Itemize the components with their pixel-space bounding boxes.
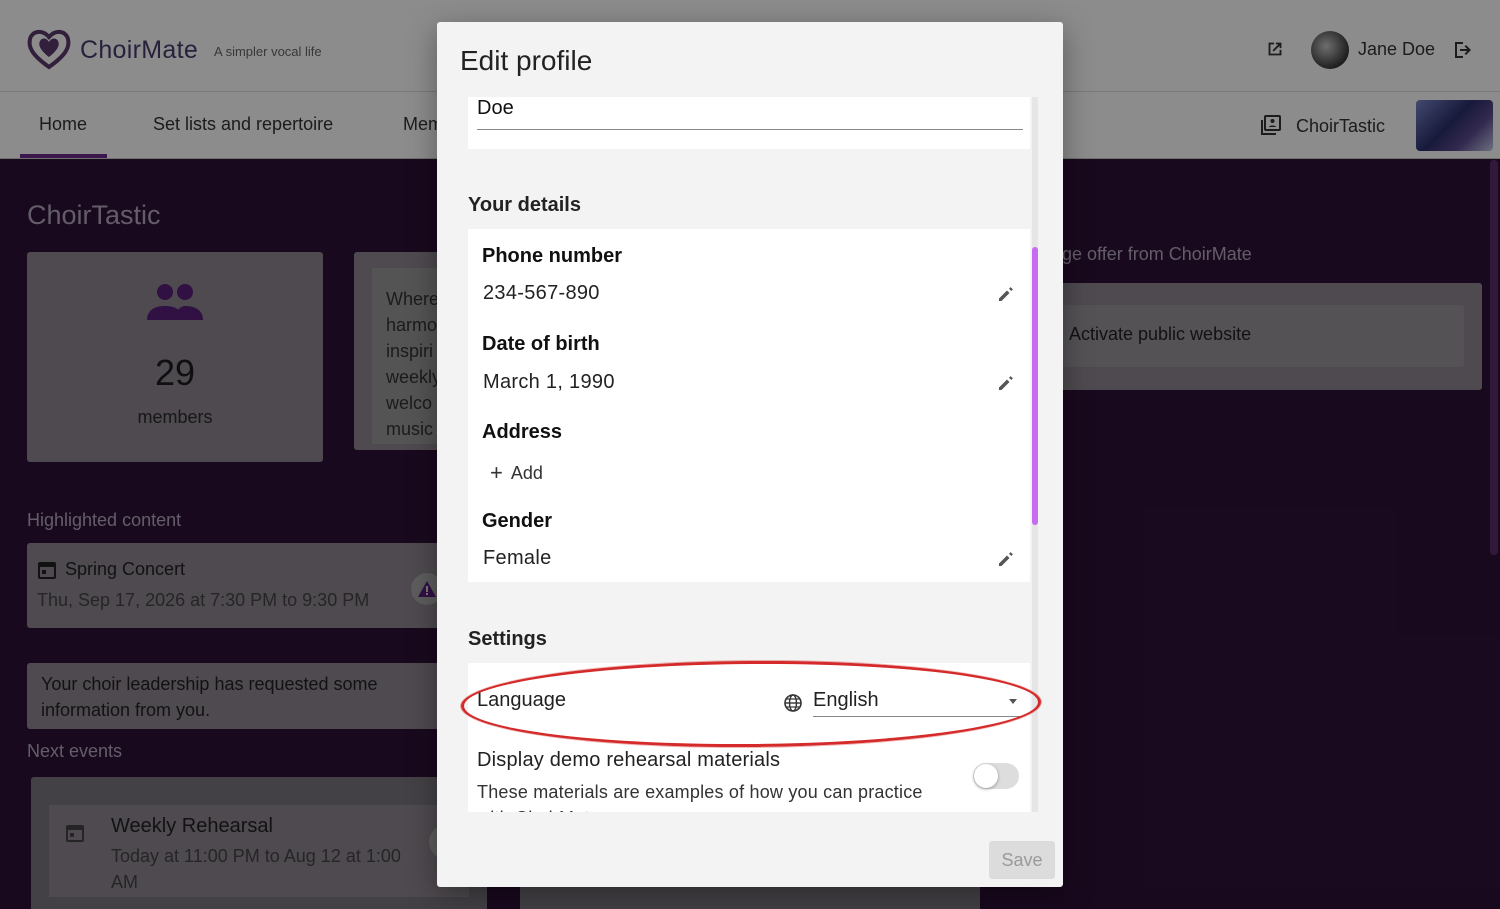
dialog-scroll-thumb[interactable] — [1032, 247, 1038, 525]
address-label: Address — [482, 421, 563, 443]
last-name-underline — [477, 129, 1023, 130]
gender-value: Female — [483, 547, 552, 569]
language-select[interactable]: English — [813, 687, 1023, 717]
last-name-section: Doe — [468, 97, 1030, 149]
settings-section: Language English Display demo rehearsal … — [468, 663, 1030, 812]
language-label: Language — [477, 689, 566, 711]
edit-profile-dialog: Edit profile Doe Your details Phone numb… — [437, 22, 1063, 887]
phone-value: 234-567-890 — [483, 282, 600, 304]
dob-label: Date of birth — [482, 333, 600, 355]
edit-phone-pencil-icon[interactable] — [996, 284, 1016, 304]
demo-materials-toggle[interactable] — [973, 763, 1019, 789]
details-section: Phone number 234-567-890 Date of birth M… — [468, 229, 1030, 582]
last-name-field[interactable]: Doe — [477, 97, 514, 120]
dialog-title: Edit profile — [460, 45, 593, 76]
edit-dob-pencil-icon[interactable] — [996, 373, 1016, 393]
demo-materials-description: These materials are examples of how you … — [477, 782, 923, 812]
your-details-heading: Your details — [468, 194, 581, 216]
add-address-label: Add — [510, 463, 543, 483]
gender-label: Gender — [482, 510, 553, 532]
dialog-scrollbar[interactable] — [1032, 97, 1038, 812]
globe-icon — [784, 694, 802, 712]
edit-gender-pencil-icon[interactable] — [996, 549, 1016, 569]
phone-label: Phone number — [482, 245, 623, 267]
chevron-down-icon — [1009, 699, 1017, 704]
add-address-button[interactable]: + Add — [490, 459, 543, 485]
dob-value: March 1, 1990 — [483, 371, 615, 393]
language-value: English — [813, 689, 879, 711]
settings-heading: Settings — [468, 628, 547, 650]
dialog-scroll-area[interactable]: Doe Your details Phone number 234-567-89… — [437, 97, 1063, 812]
toggle-knob — [974, 764, 998, 788]
plus-icon: + — [490, 460, 503, 485]
save-button[interactable]: Save — [989, 841, 1055, 879]
demo-materials-label: Display demo rehearsal materials — [477, 749, 781, 771]
